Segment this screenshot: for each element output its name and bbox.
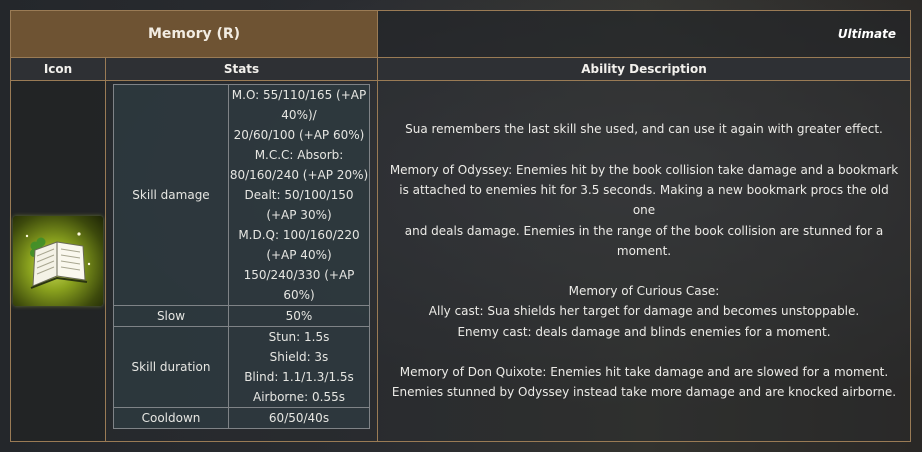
stat-label: Skill duration	[113, 326, 229, 408]
stat-line: Shield: 3s	[269, 350, 329, 364]
stats-table: Skill damage M.O: 55/110/165 (+AP 40%)/ …	[113, 84, 370, 429]
stat-line: (+AP 40%)	[266, 248, 332, 262]
skill-title: Memory (R)	[10, 10, 378, 58]
stat-label: Skill damage	[113, 84, 229, 306]
stat-line: 20/60/100 (+AP 60%)	[233, 128, 365, 142]
stat-row-skill-duration: Skill duration Stun: 1.5s Shield: 3s Bli…	[113, 326, 370, 408]
stat-line: Airborne: 0.55s	[253, 390, 345, 404]
description-line: moment.	[616, 243, 672, 258]
description-line: Ally cast: Sua shields her target for da…	[428, 304, 860, 319]
stat-line: 80/160/240 (+AP 20%)	[229, 168, 369, 182]
icon-cell	[10, 80, 106, 442]
stat-row-cooldown: Cooldown 60/50/40s	[113, 407, 370, 429]
column-header-icon: Icon	[10, 57, 106, 81]
stat-value: Stun: 1.5s Shield: 3s Blind: 1.1/1.3/1.5…	[228, 326, 370, 408]
description-line: and deals damage. Enemies in the range o…	[404, 223, 884, 238]
description-line: Memory of Odyssey: Enemies hit by the bo…	[389, 162, 899, 177]
stat-value: 60/50/40s	[228, 407, 370, 429]
description-cell: Sua remembers the last skill she used, a…	[377, 80, 911, 442]
stat-line: 150/240/330 (+AP	[243, 268, 355, 282]
stat-value: M.O: 55/110/165 (+AP 40%)/ 20/60/100 (+A…	[228, 84, 370, 306]
stat-line: Stun: 1.5s	[268, 330, 330, 344]
open-book-icon	[13, 216, 103, 306]
stats-cell: Skill damage M.O: 55/110/165 (+AP 40%)/ …	[105, 80, 378, 442]
stat-line: Blind: 1.1/1.3/1.5s	[244, 370, 354, 384]
description-line: is attached to enemies hit for 3.5 secon…	[399, 182, 889, 218]
stat-line: M.O: 55/110/165 (+AP	[231, 88, 367, 102]
stat-line: 40%)/	[281, 108, 317, 122]
description-intro: Sua remembers the last skill she used, a…	[405, 122, 883, 137]
column-header-stats: Stats	[105, 57, 378, 81]
description-don-quixote: Memory of Don Quixote: Enemies hit take …	[388, 362, 900, 403]
stat-label: Cooldown	[113, 407, 229, 429]
stat-line: M.D.Q: 100/160/220	[238, 228, 360, 242]
description-odyssey: Memory of Odyssey: Enemies hit by the bo…	[388, 160, 900, 261]
stat-line: M.C.C: Absorb:	[254, 148, 344, 162]
description-line: Memory of Curious Case:	[568, 284, 720, 299]
stat-line: 60%)	[283, 288, 315, 302]
stat-line: Dealt: 50/100/150	[244, 188, 354, 202]
description-curious-case: Memory of Curious Case: Ally cast: Sua s…	[388, 281, 900, 342]
description-line: Enemies stunned by Odyssey instead take …	[391, 385, 897, 400]
stat-line: (+AP 30%)	[266, 208, 332, 222]
ultimate-tag: Ultimate	[377, 10, 911, 58]
stat-value: 50%	[228, 305, 370, 327]
stat-row-slow: Slow 50%	[113, 305, 370, 327]
page: Memory (R) Ultimate Icon Stats Ability D…	[0, 0, 922, 452]
description-line: Enemy cast: deals damage and blinds enem…	[457, 324, 831, 339]
stat-label: Slow	[113, 305, 229, 327]
skill-table: Memory (R) Ultimate Icon Stats Ability D…	[10, 10, 911, 442]
column-header-description: Ability Description	[377, 57, 911, 81]
stat-row-skill-damage: Skill damage M.O: 55/110/165 (+AP 40%)/ …	[113, 84, 370, 306]
description-line: Memory of Don Quixote: Enemies hit take …	[399, 365, 889, 380]
